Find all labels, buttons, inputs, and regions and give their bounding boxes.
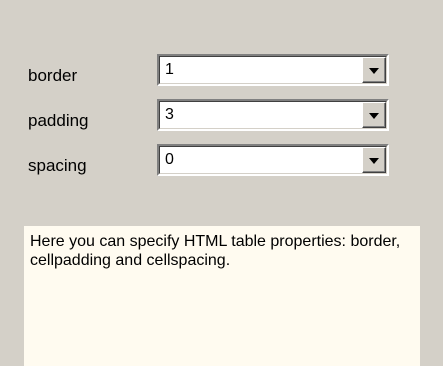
chevron-down-icon [369, 113, 379, 119]
padding-label: padding [28, 111, 89, 130]
border-row: border 1 [0, 54, 443, 98]
border-value: 1 [165, 61, 174, 78]
spacing-select[interactable]: 0 [157, 144, 389, 176]
padding-value: 3 [165, 106, 174, 123]
spacing-row: spacing 0 [0, 144, 443, 188]
description-text: Here you can specify HTML table properti… [30, 233, 401, 269]
padding-row: padding 3 [0, 99, 443, 143]
spacing-label: spacing [28, 156, 87, 175]
border-dropdown-button[interactable] [362, 57, 386, 83]
chevron-down-icon [369, 158, 379, 164]
padding-select[interactable]: 3 [157, 99, 389, 131]
border-label: border [28, 66, 78, 85]
padding-dropdown-button[interactable] [362, 102, 386, 128]
border-select[interactable]: 1 [157, 54, 389, 86]
description-panel: Here you can specify HTML table properti… [24, 226, 420, 366]
spacing-value: 0 [165, 151, 174, 168]
spacing-dropdown-button[interactable] [362, 147, 386, 173]
chevron-down-icon [369, 68, 379, 74]
